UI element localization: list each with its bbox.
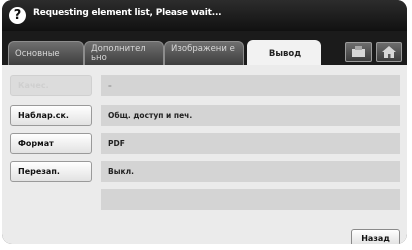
tab-label: Вывод — [268, 49, 302, 59]
mode-button[interactable]: Наблар.ск. — [10, 105, 92, 126]
format-value: PDF — [101, 133, 400, 154]
back-button[interactable]: Назад — [351, 229, 400, 244]
tab-label: Дополнител ьно — [91, 44, 146, 63]
overwrite-button[interactable]: Перезап. — [10, 161, 92, 182]
help-icon[interactable]: ? — [9, 7, 26, 24]
tab-advanced[interactable]: Дополнител ьно — [84, 41, 164, 65]
overwrite-value: Выкл. — [101, 161, 400, 182]
format-button[interactable]: Формат — [10, 133, 92, 154]
job-status-icon — [352, 46, 365, 57]
mode-value: Общ. доступ и печ. — [101, 105, 400, 126]
device-screen: ? Requesting element list, Please wait..… — [2, 0, 407, 244]
quality-value: – — [101, 75, 400, 96]
empty-field — [101, 189, 400, 210]
quality-button: Качес. — [10, 75, 92, 96]
tab-label: Основные — [15, 49, 60, 59]
tab-image[interactable]: Изображени е — [164, 41, 244, 65]
home-icon — [382, 46, 396, 58]
home-button[interactable] — [376, 42, 402, 62]
tab-basic[interactable]: Основные — [8, 41, 84, 65]
status-message: Requesting element list, Please wait... — [33, 8, 222, 18]
title-bar: ? Requesting element list, Please wait..… — [2, 0, 407, 31]
output-settings-panel: Качес. – Наблар.ск. Общ. доступ и печ. Ф… — [2, 65, 407, 244]
tab-label: Изображени е — [171, 44, 235, 54]
job-status-button[interactable] — [345, 42, 372, 62]
tab-output[interactable]: Вывод — [247, 40, 321, 66]
